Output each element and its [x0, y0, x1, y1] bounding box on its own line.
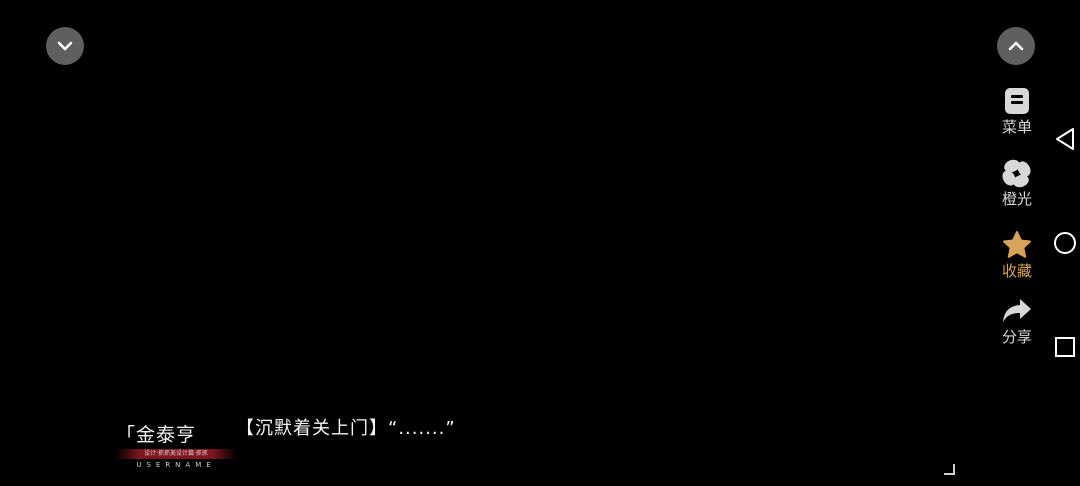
- dialogue-corner-mark: [944, 464, 955, 475]
- badge-username: USERNAME: [136, 461, 216, 469]
- side-menu-item-favorite[interactable]: 收藏: [990, 230, 1044, 280]
- speaker-name: 「金泰亨: [116, 424, 197, 446]
- chevron-up-icon: [1008, 41, 1024, 51]
- side-menu-item-orange-light[interactable]: 橙光: [990, 158, 1044, 208]
- nav-home-button[interactable]: [1053, 231, 1077, 259]
- collapse-button[interactable]: [46, 27, 84, 65]
- star-icon: [1001, 230, 1033, 260]
- side-menu-label: 菜单: [1001, 118, 1032, 136]
- expand-button[interactable]: [997, 27, 1035, 65]
- badge-subtext: 设计·抓抓美设计篇·抓抓: [144, 450, 208, 457]
- menu-document-icon: [1001, 86, 1033, 116]
- chevron-down-icon: [57, 41, 73, 51]
- dialogue-text[interactable]: 【沉默着关上门】“.......”: [236, 414, 456, 440]
- orange-light-pinwheel-icon: [1001, 158, 1033, 188]
- side-menu-item-menu[interactable]: 菜单: [990, 86, 1044, 136]
- share-arrow-icon: [1001, 296, 1033, 326]
- square-recent-icon: [1055, 337, 1075, 357]
- nav-recent-button[interactable]: [1053, 335, 1077, 363]
- side-menu-label: 橙光: [1001, 190, 1032, 208]
- side-menu-label: 收藏: [1001, 262, 1032, 280]
- triangle-back-icon: [1056, 128, 1074, 150]
- side-menu-label: 分享: [1001, 328, 1032, 346]
- side-menu-item-share[interactable]: 分享: [990, 296, 1044, 346]
- speaker-name-badge: 「金泰亨 设计·抓抓美设计篇·抓抓 USERNAME: [116, 418, 240, 472]
- circle-home-icon: [1054, 232, 1076, 254]
- nav-back-button[interactable]: [1053, 126, 1077, 156]
